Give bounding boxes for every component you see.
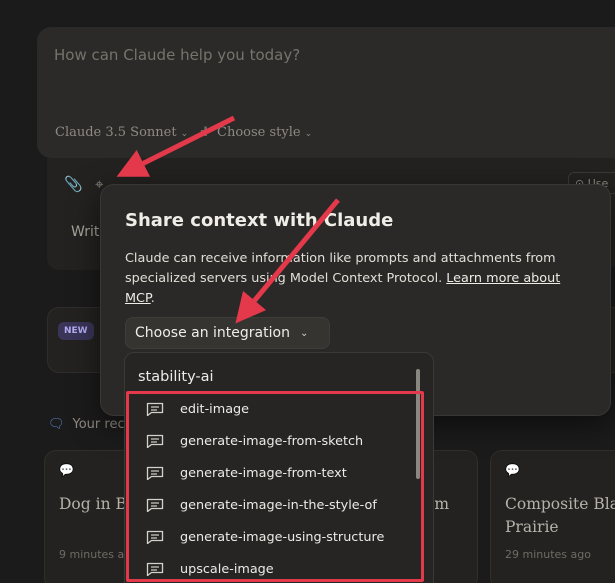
dialog-body-end: . <box>150 291 155 306</box>
chat-bubbles-icon: 🗨 <box>48 417 65 432</box>
recents-heading: 🗨 Your rec <box>48 417 125 432</box>
style-selector[interactable]: Choose style ⌄ <box>217 125 312 140</box>
chat-icon: 💬 <box>505 463 520 477</box>
tool-item-label: generate-image-from-text <box>180 465 347 481</box>
choose-integration-label: Choose an integration <box>135 325 290 341</box>
tool-item[interactable]: generate-image-in-the-style-of <box>146 490 406 520</box>
tool-icon <box>146 402 164 417</box>
tool-item[interactable]: generate-image-using-structure <box>146 522 406 552</box>
chevron-down-icon: ⌄ <box>180 129 189 139</box>
chevron-down-icon: ⌄ <box>304 129 313 139</box>
style-label: Choose style <box>217 125 301 140</box>
style-icon: ✚ <box>200 125 212 140</box>
tool-icon <box>146 562 164 577</box>
write-suggestion[interactable]: Writ <box>71 224 99 240</box>
tool-item[interactable]: generate-image-from-text <box>146 458 406 488</box>
tool-item[interactable]: upscale-image <box>146 554 406 583</box>
model-label: Claude 3.5 Sonnet <box>55 125 177 140</box>
tool-item-label: edit-image <box>180 401 250 417</box>
server-name: stability-ai <box>138 369 214 385</box>
dialog-description: Claude can receive information like prom… <box>125 249 585 309</box>
model-selector[interactable]: Claude 3.5 Sonnet ⌄ <box>55 125 188 140</box>
choose-integration-button[interactable]: Choose an integration ⌄ <box>125 317 330 349</box>
tool-icon <box>146 466 164 481</box>
tool-icon <box>146 530 164 545</box>
tool-item-label: upscale-image <box>180 561 274 577</box>
tool-item-label: generate-image-using-structure <box>180 529 385 545</box>
recent-chat-time: 29 minutes ago <box>505 548 591 561</box>
new-badge: NEW <box>58 322 94 340</box>
tool-icon <box>146 434 164 449</box>
model-style-row: Claude 3.5 Sonnet ⌄ ✚ Choose style ⌄ <box>55 125 312 140</box>
tool-item[interactable]: edit-image <box>146 394 406 424</box>
paperclip-icon[interactable]: 📎 <box>64 175 83 193</box>
tool-item-label: generate-image-from-sketch <box>180 433 364 449</box>
tool-item-label: generate-image-in-the-style-of <box>180 497 377 513</box>
dialog-title: Share context with Claude <box>125 210 394 231</box>
recent-chat-card[interactable]: 💬 Composite Blac Prairie 29 minutes ago <box>490 450 615 583</box>
recent-chat-time: 9 minutes a <box>59 548 125 561</box>
prompt-input[interactable]: How can Claude help you today? <box>54 46 300 64</box>
chevron-down-icon: ⌄ <box>299 327 309 339</box>
chat-icon: 💬 <box>59 463 74 477</box>
prompt-card: How can Claude help you today? Claude 3.… <box>37 27 615 158</box>
recents-heading-label: Your rec <box>72 417 125 432</box>
tool-icon <box>146 498 164 513</box>
recent-chat-title: Composite Blac Prairie <box>505 495 615 536</box>
dropdown-scrollbar[interactable] <box>416 369 420 479</box>
tool-item[interactable]: generate-image-from-sketch <box>146 426 406 456</box>
